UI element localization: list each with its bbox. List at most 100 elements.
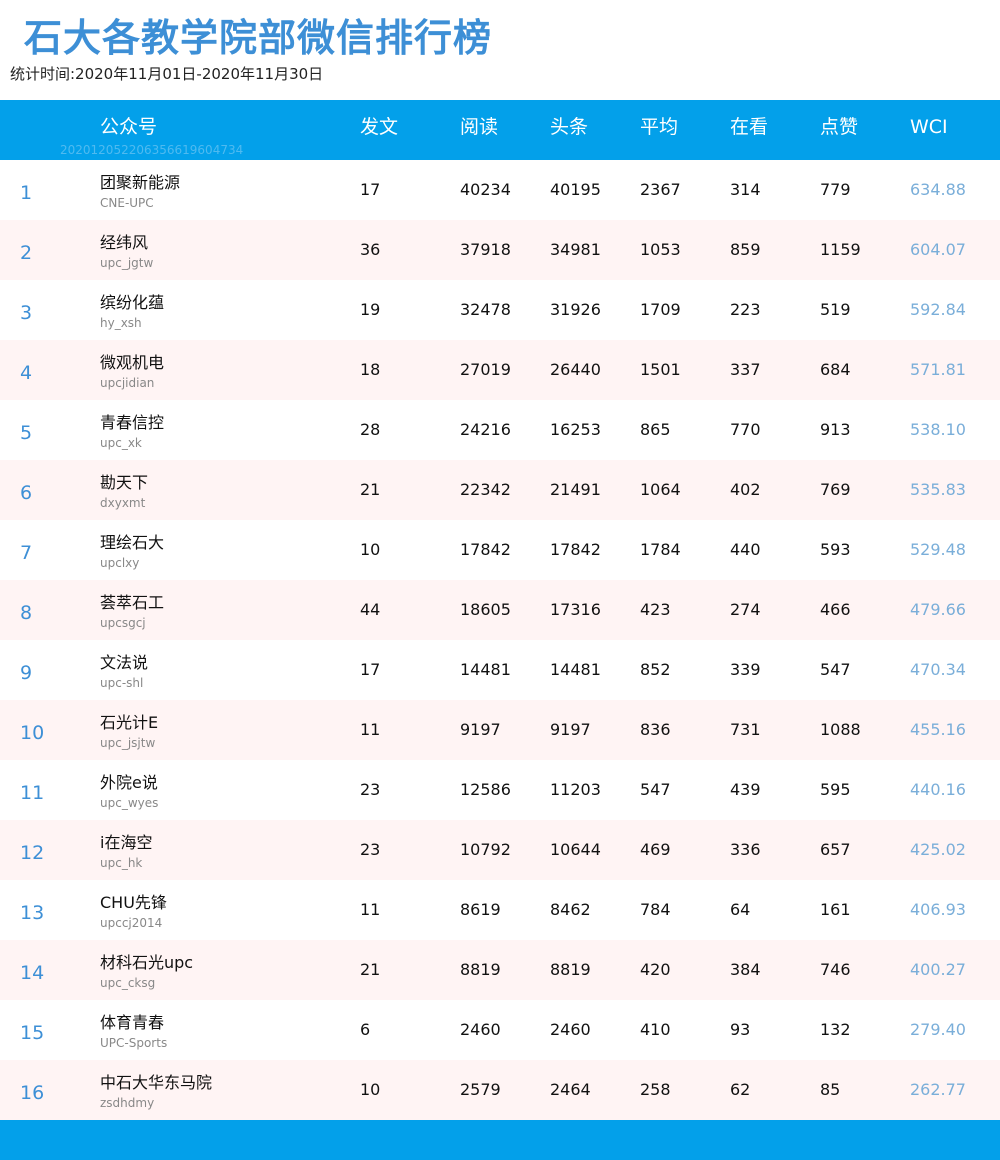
likes-count: 593	[820, 540, 851, 559]
average-reads: 2367	[640, 180, 681, 199]
likes-count: 746	[820, 960, 851, 979]
likes-count: 1159	[820, 240, 861, 259]
wci-score: 400.27	[910, 960, 966, 979]
column-header-likes: 点赞	[820, 116, 859, 138]
account-id: upclxy	[100, 556, 140, 570]
account-name[interactable]: CHU先锋	[100, 892, 167, 914]
posts-count: 44	[360, 600, 381, 619]
watching-count: 770	[730, 420, 761, 439]
average-reads: 852	[640, 660, 671, 679]
average-reads: 1501	[640, 360, 681, 379]
wci-score: 604.07	[910, 240, 966, 259]
account-name[interactable]: 缤纷化蕴	[100, 292, 164, 314]
account-name[interactable]: 外院e说	[100, 772, 158, 794]
watching-count: 402	[730, 480, 761, 499]
reads-count: 2460	[460, 1020, 501, 1039]
wci-score: 634.88	[910, 180, 966, 199]
account-name[interactable]: 理绘石大	[100, 532, 164, 554]
watching-count: 93	[730, 1020, 751, 1039]
wci-score: 479.66	[910, 600, 966, 619]
table-row: 14 材科石光upc upc_cksg 21 8819 8819 420 384…	[0, 940, 1000, 1000]
account-id: upccj2014	[100, 916, 163, 930]
reads-count: 22342	[460, 480, 511, 499]
wci-score: 440.16	[910, 780, 966, 799]
posts-count: 6	[360, 1020, 371, 1039]
account-name[interactable]: 青春信控	[100, 412, 164, 434]
reads-count: 9197	[460, 720, 501, 739]
posts-count: 21	[360, 480, 381, 499]
posts-count: 36	[360, 240, 381, 259]
watching-count: 339	[730, 660, 761, 679]
average-reads: 258	[640, 1080, 671, 1099]
posts-count: 23	[360, 840, 381, 859]
wci-score: 425.02	[910, 840, 966, 859]
watching-count: 62	[730, 1080, 751, 1099]
rank-number: 10	[20, 722, 45, 744]
wci-score: 455.16	[910, 720, 966, 739]
headline-reads: 31926	[550, 300, 601, 319]
rank-number: 5	[20, 422, 33, 444]
table-row: 8 荟萃石工 upcsgcj 44 18605 17316 423 274 46…	[0, 580, 1000, 640]
wci-score: 406.93	[910, 900, 966, 919]
account-name[interactable]: i在海空	[100, 832, 152, 854]
headline-reads: 16253	[550, 420, 601, 439]
average-reads: 1709	[640, 300, 681, 319]
ranking-table: 1 团聚新能源 CNE-UPC 17 40234 40195 2367 314 …	[0, 160, 1000, 1120]
likes-count: 657	[820, 840, 851, 859]
headline-reads: 10644	[550, 840, 601, 859]
reads-count: 18605	[460, 600, 511, 619]
rank-number: 4	[20, 362, 33, 384]
likes-count: 519	[820, 300, 851, 319]
column-header-account: 公众号	[100, 116, 158, 138]
account-name[interactable]: 文法说	[100, 652, 148, 674]
reads-count: 12586	[460, 780, 511, 799]
table-row: 9 文法说 upc-shl 17 14481 14481 852 339 547…	[0, 640, 1000, 700]
account-name[interactable]: 材科石光upc	[100, 952, 193, 974]
watching-count: 223	[730, 300, 761, 319]
posts-count: 11	[360, 720, 381, 739]
watching-count: 439	[730, 780, 761, 799]
average-reads: 865	[640, 420, 671, 439]
account-name[interactable]: 经纬风	[100, 232, 148, 254]
wci-score: 571.81	[910, 360, 966, 379]
account-name[interactable]: 团聚新能源	[100, 172, 180, 194]
wci-score: 529.48	[910, 540, 966, 559]
account-name[interactable]: 荟萃石工	[100, 592, 164, 614]
headline-reads: 2460	[550, 1020, 591, 1039]
posts-count: 11	[360, 900, 381, 919]
likes-count: 595	[820, 780, 851, 799]
headline-reads: 14481	[550, 660, 601, 679]
account-name[interactable]: 勘天下	[100, 472, 148, 494]
column-header-watching: 在看	[730, 116, 769, 138]
average-reads: 1784	[640, 540, 681, 559]
account-name[interactable]: 体育青春	[100, 1012, 164, 1034]
account-id: upcjidian	[100, 376, 155, 390]
headline-reads: 40195	[550, 180, 601, 199]
table-header: 公众号 发文 阅读 头条 平均 在看 点赞 WCI 20201205220635…	[0, 100, 1000, 160]
rank-number: 8	[20, 602, 33, 624]
account-id: hy_xsh	[100, 316, 142, 330]
average-reads: 1053	[640, 240, 681, 259]
reads-count: 32478	[460, 300, 511, 319]
headline-reads: 11203	[550, 780, 601, 799]
rank-number: 12	[20, 842, 45, 864]
stat-period: 统计时间:2020年11月01日-2020年11月30日	[10, 65, 324, 83]
account-id: dxyxmt	[100, 496, 146, 510]
rank-number: 2	[20, 242, 33, 264]
account-id: upc_jsjtw	[100, 736, 156, 750]
watching-count: 274	[730, 600, 761, 619]
account-id: UPC-Sports	[100, 1036, 168, 1050]
account-name[interactable]: 石光计E	[100, 712, 158, 734]
headline-reads: 8462	[550, 900, 591, 919]
page-title: 石大各教学院部微信排行榜	[24, 16, 493, 60]
account-name[interactable]: 微观机电	[100, 352, 164, 374]
account-id: upc_wyes	[100, 796, 159, 810]
account-name[interactable]: 中石大华东马院	[100, 1072, 212, 1094]
rank-number: 1	[20, 182, 33, 204]
watching-count: 731	[730, 720, 761, 739]
account-id: CNE-UPC	[100, 196, 154, 210]
posts-count: 23	[360, 780, 381, 799]
average-reads: 836	[640, 720, 671, 739]
posts-count: 10	[360, 1080, 381, 1099]
headline-reads: 21491	[550, 480, 601, 499]
